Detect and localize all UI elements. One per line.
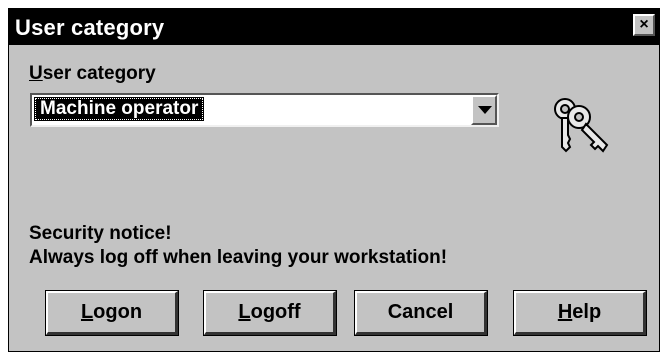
user-category-select[interactable]: Machine operator: [30, 93, 499, 127]
logoff-button[interactable]: Logoff: [204, 291, 336, 335]
logon-button[interactable]: Logon: [46, 291, 178, 335]
title-bar[interactable]: User category ×: [9, 9, 659, 45]
help-button[interactable]: Help: [514, 291, 646, 335]
user-category-dialog: User category × User category Machine op…: [8, 8, 660, 352]
security-notice-text: Always log off when leaving your worksta…: [29, 247, 448, 268]
user-category-label: User category: [29, 63, 156, 85]
chevron-down-icon[interactable]: [471, 95, 497, 125]
close-icon: ×: [639, 16, 649, 33]
window-title: User category: [15, 15, 165, 40]
help-mnemonic: H: [557, 301, 573, 323]
logoff-mnemonic: L: [238, 301, 251, 323]
security-notice-title: Security notice!: [29, 223, 172, 244]
close-button[interactable]: ×: [633, 14, 655, 36]
user-category-label-rest: ser category: [42, 63, 156, 84]
logoff-label: ogoff: [250, 301, 301, 323]
cancel-button[interactable]: Cancel: [355, 291, 487, 335]
keys-icon: [554, 98, 609, 153]
user-category-selected-value[interactable]: Machine operator: [34, 97, 205, 121]
logon-mnemonic: L: [80, 301, 94, 323]
help-label: elp: [572, 301, 602, 323]
logon-label: ogon: [93, 301, 143, 323]
cancel-label: Cancel: [387, 301, 454, 323]
user-category-label-mnemonic: U: [29, 63, 43, 84]
